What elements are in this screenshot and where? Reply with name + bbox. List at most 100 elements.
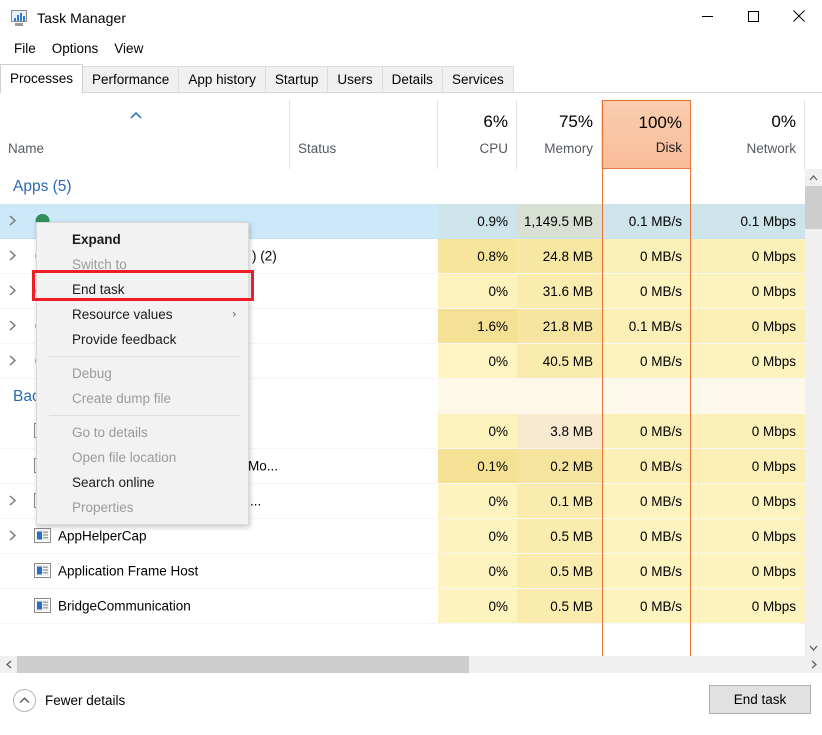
window-title: Task Manager [37, 10, 126, 26]
cell-disk: 0.1 MB/s [602, 309, 691, 343]
cell-network: 0 Mbps [691, 344, 805, 378]
cell-memory: 0.5 MB [517, 554, 602, 588]
scroll-up-icon[interactable] [805, 169, 822, 186]
cell-memory: 0.2 MB [517, 449, 602, 483]
tab-processes[interactable]: Processes [0, 64, 83, 93]
menu-item-end-task[interactable]: End task [37, 277, 248, 302]
chevron-right-icon[interactable] [8, 285, 21, 298]
menu-item-search-online[interactable]: Search online [37, 470, 248, 495]
process-name: AppHelperCap [58, 529, 147, 544]
horizontal-scrollbar-thumb[interactable] [17, 656, 469, 673]
cell-cpu: 0% [438, 274, 517, 308]
column-heat-band [438, 379, 517, 414]
cell-status [290, 274, 438, 308]
tab-startup[interactable]: Startup [266, 66, 329, 93]
cell-cpu: 0% [438, 519, 517, 553]
scroll-right-icon[interactable] [805, 656, 822, 673]
cell-memory: 31.6 MB [517, 274, 602, 308]
fewer-details-label: Fewer details [45, 693, 125, 708]
window-controls [684, 0, 822, 36]
chevron-right-icon[interactable] [8, 530, 21, 543]
cell-status [290, 309, 438, 343]
cell-disk: 0 MB/s [602, 274, 691, 308]
menu-item-label: Create dump file [72, 391, 171, 406]
column-header-memory[interactable]: 75% Memory [517, 100, 602, 169]
cell-status [290, 554, 438, 588]
menu-item-debug: Debug [37, 361, 248, 386]
cell-disk: 0 MB/s [602, 414, 691, 448]
process-name: BridgeCommunication [58, 599, 191, 614]
tab-app-history[interactable]: App history [179, 66, 266, 93]
tab-users[interactable]: Users [328, 66, 382, 93]
cell-memory: 0.5 MB [517, 589, 602, 623]
tab-strip: Processes Performance App history Startu… [0, 64, 822, 93]
column-header-network[interactable]: 0% Network [691, 100, 805, 169]
menu-item-label: Expand [72, 232, 121, 247]
menu-item-provide-feedback[interactable]: Provide feedback [37, 327, 248, 352]
column-header-status[interactable]: Status [290, 100, 438, 169]
vertical-scrollbar[interactable] [805, 169, 822, 656]
cell-disk: 0.1 MB/s [602, 204, 691, 238]
menu-separator [49, 415, 240, 416]
chevron-right-icon[interactable] [8, 320, 21, 333]
tab-details[interactable]: Details [383, 66, 443, 93]
menu-item-expand[interactable]: Expand [37, 227, 248, 252]
cell-cpu: 0% [438, 414, 517, 448]
menu-separator [49, 356, 240, 357]
chevron-right-icon[interactable] [8, 250, 21, 263]
column-header-cpu[interactable]: 6% CPU [438, 100, 517, 169]
cell-memory: 24.8 MB [517, 239, 602, 273]
cell-status [290, 344, 438, 378]
menu-item-go-to-details: Go to details [37, 420, 248, 445]
context-menu[interactable]: Expand Switch to End taskResource values›P… [36, 222, 249, 525]
cell-disk: 0 MB/s [602, 484, 691, 518]
column-heat-band [602, 379, 691, 414]
vertical-scrollbar-track[interactable] [805, 186, 822, 639]
proc-icon [34, 598, 51, 614]
cell-status [290, 414, 438, 448]
menu-file[interactable]: File [6, 39, 44, 58]
cell-network: 0 Mbps [691, 414, 805, 448]
menu-options[interactable]: Options [44, 39, 107, 58]
proc-icon [34, 528, 51, 544]
end-task-button[interactable]: End task [709, 685, 811, 714]
menu-item-resource-values[interactable]: Resource values› [37, 302, 248, 327]
cell-network: 0 Mbps [691, 589, 805, 623]
scroll-left-icon[interactable] [0, 656, 17, 673]
cell-network: 0 Mbps [691, 449, 805, 483]
horizontal-scrollbar[interactable] [0, 656, 822, 673]
tab-services[interactable]: Services [443, 66, 514, 93]
chevron-right-icon[interactable] [8, 355, 21, 368]
vertical-scrollbar-thumb[interactable] [805, 186, 822, 229]
task-manager-icon [10, 9, 28, 27]
process-group-row[interactable]: Apps (5) [0, 169, 805, 204]
cell-network: 0.1 Mbps [691, 204, 805, 238]
menu-view[interactable]: View [106, 39, 151, 58]
chevron-right-icon[interactable] [8, 495, 21, 508]
cell-cpu: 0% [438, 344, 517, 378]
close-button[interactable] [776, 0, 822, 32]
minimize-button[interactable] [684, 0, 730, 32]
table-row[interactable]: Application Frame Host0%0.5 MB0 MB/s0 Mb… [0, 554, 805, 589]
column-header-name[interactable]: Name [0, 100, 290, 169]
tab-performance[interactable]: Performance [83, 66, 179, 93]
cell-disk: 0 MB/s [602, 519, 691, 553]
chevron-right-icon[interactable] [8, 215, 21, 228]
process-group-label: Apps (5) [13, 178, 72, 196]
table-row[interactable]: BridgeCommunication0%0.5 MB0 MB/s0 Mbps [0, 589, 805, 624]
menu-item-open-file-location: Open file location [37, 445, 248, 470]
process-name: ) (2) [252, 249, 277, 264]
cell-disk: 0 MB/s [602, 589, 691, 623]
cell-network: 0 Mbps [691, 519, 805, 553]
column-header-disk[interactable]: 100% Disk [602, 100, 691, 169]
fewer-details-button[interactable]: Fewer details [13, 689, 125, 712]
disk-column-right-border [690, 169, 691, 656]
menu-item-label: Switch to [72, 257, 127, 272]
scroll-down-icon[interactable] [805, 639, 822, 656]
maximize-button[interactable] [730, 0, 776, 32]
cell-network: 0 Mbps [691, 484, 805, 518]
menu-bar: File Options View [0, 36, 822, 61]
chevron-up-circle-icon [13, 689, 36, 712]
cell-disk: 0 MB/s [602, 449, 691, 483]
cell-disk: 0 MB/s [602, 344, 691, 378]
